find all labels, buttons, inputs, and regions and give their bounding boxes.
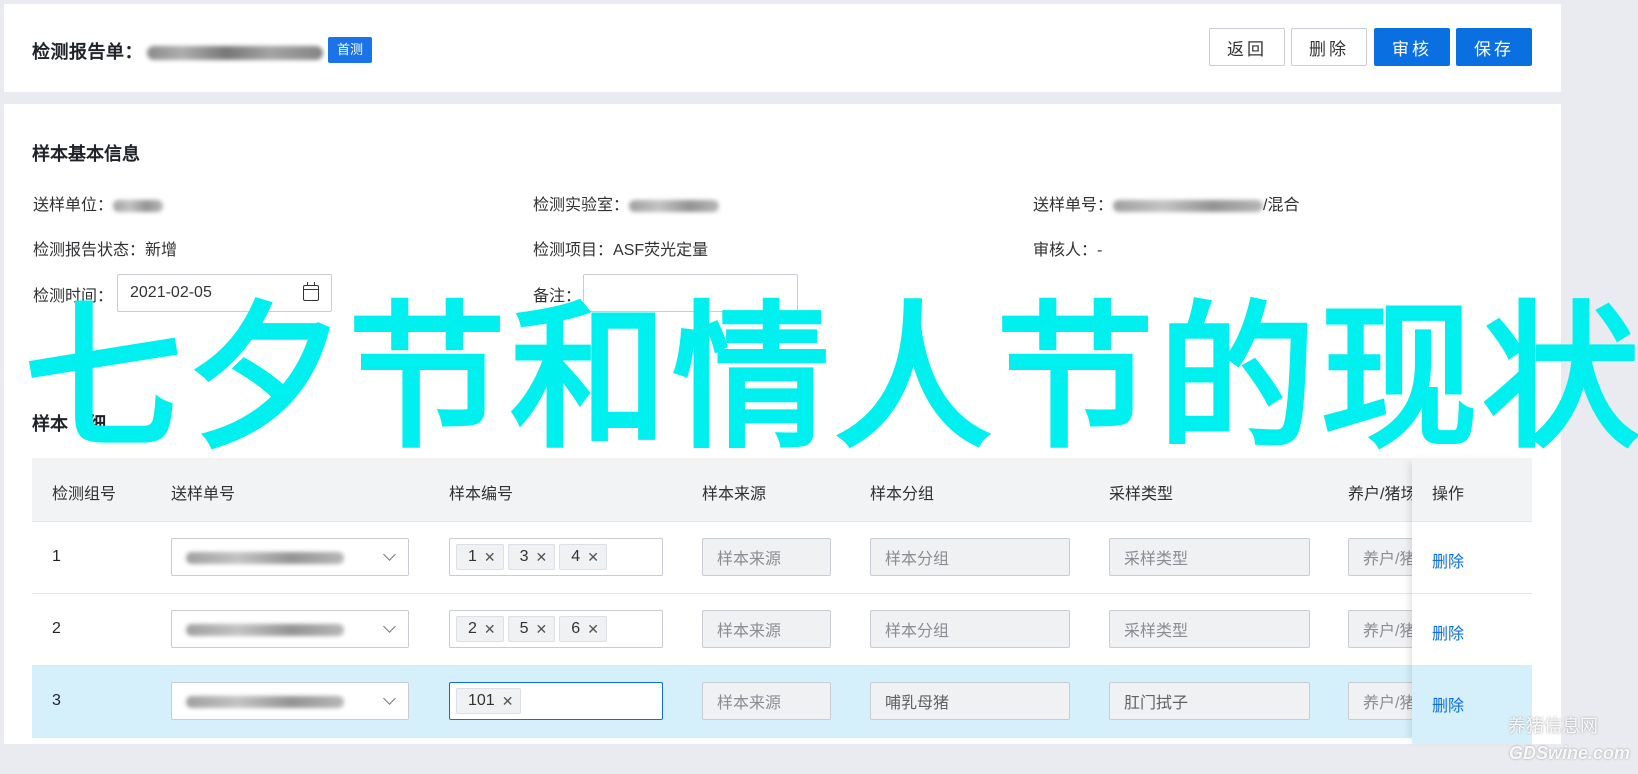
- sampling-type-input[interactable]: 采样类型: [1109, 610, 1310, 648]
- sample-no-suffix: /混合: [1263, 197, 1300, 214]
- operation-column: 操作 删除 删除 删除: [1412, 458, 1532, 744]
- lab-field: 检测实验室：: [533, 191, 720, 215]
- tag-label: 5: [519, 620, 529, 637]
- delete-row-link[interactable]: 删除: [1432, 620, 1464, 644]
- col-group: 检测组号: [52, 486, 117, 503]
- tag-label: 3: [519, 548, 529, 565]
- col-sample-code: 样本编号: [449, 486, 514, 503]
- sample-tag: 6 ✕: [559, 616, 607, 642]
- sampling-type-input[interactable]: 肛门拭子: [1109, 682, 1310, 720]
- sample-detail-table: 检测组号 送样单号 样本编号 样本来源 样本分组 采样类型 养户/猪场 1 1 ✕…: [32, 458, 1532, 744]
- sample-no-redacted: [1113, 199, 1264, 212]
- operation-cell: [1412, 594, 1532, 666]
- sender-unit-redacted: [113, 199, 164, 212]
- sample-no-select[interactable]: [171, 610, 409, 648]
- report-status-label: 检测报告状态：: [33, 242, 146, 259]
- source-input[interactable]: 样本来源: [702, 682, 831, 720]
- chevron-down-icon: [383, 692, 396, 705]
- col-farm: 养户/猪场: [1348, 486, 1417, 503]
- close-icon[interactable]: ✕: [536, 549, 548, 566]
- sample-tag: 4 ✕: [559, 544, 607, 570]
- sample-tag: 101 ✕: [456, 688, 522, 714]
- col-group-name: 样本分组: [870, 486, 935, 503]
- sample-no-select[interactable]: [171, 538, 409, 576]
- project-label: 检测项目：: [533, 242, 614, 259]
- report-status-value: 新增: [145, 242, 178, 259]
- reviewer-label: 审核人：: [1033, 242, 1098, 259]
- overlay-headline: 七夕节和情人节的现状: [24, 287, 1638, 471]
- delete-row-link[interactable]: 删除: [1432, 548, 1464, 572]
- sender-unit-field: 送样单位：: [33, 191, 164, 215]
- farm-input[interactable]: 养户/猪: [1348, 682, 1418, 720]
- basic-info-title: 样本基本信息: [32, 144, 140, 164]
- sample-tag: 1 ✕: [456, 544, 504, 570]
- close-icon[interactable]: ✕: [484, 549, 496, 566]
- sender-unit-label: 送样单位：: [33, 197, 114, 214]
- watermark-logo: GDSwine.com: [1508, 743, 1630, 763]
- tag-label: 101: [468, 692, 495, 709]
- back-button[interactable]: 返回: [1209, 28, 1285, 66]
- chevron-down-icon: [383, 620, 396, 633]
- close-icon[interactable]: ✕: [502, 693, 514, 710]
- sample-no-field: 送样单号： /混合: [1033, 191, 1299, 215]
- col-sample-no: 送样单号: [171, 486, 236, 503]
- close-icon[interactable]: ✕: [587, 621, 599, 638]
- reviewer-field: 审核人：-: [1033, 236, 1102, 260]
- farm-input[interactable]: 养户/猪: [1348, 610, 1418, 648]
- table-row: 1 1 ✕ 3 ✕ 4 ✕ 样本来源 样本分组 采样类型 养户/猪: [32, 522, 1532, 594]
- project-value: ASF荧光定量: [613, 242, 709, 259]
- lab-redacted: [629, 199, 720, 212]
- delete-row-link[interactable]: 删除: [1432, 692, 1464, 716]
- page-title: 检测报告单：: [32, 38, 323, 64]
- tag-label: 6: [571, 620, 581, 637]
- operation-cell: [1412, 522, 1532, 594]
- project-field: 检测项目：ASF荧光定量: [533, 236, 708, 260]
- close-icon[interactable]: ✕: [536, 621, 548, 638]
- sample-no-redacted: [186, 552, 344, 564]
- sample-tag: 5 ✕: [507, 616, 556, 642]
- tag-label: 4: [571, 548, 581, 565]
- header-bar: 检测报告单： 首测 返回 删除 审核 保存: [4, 4, 1561, 92]
- first-test-badge: 首测: [328, 37, 373, 63]
- sample-no-redacted: [186, 696, 344, 708]
- farm-input[interactable]: 养户/猪: [1348, 538, 1418, 576]
- group-number: 2: [52, 620, 61, 637]
- group-input[interactable]: 哺乳母猪: [870, 682, 1070, 720]
- source-input[interactable]: 样本来源: [702, 610, 831, 648]
- sample-code-tags[interactable]: 101 ✕: [449, 682, 663, 720]
- page-title-label: 检测报告单：: [32, 42, 143, 62]
- table-row-selected: 3 101 ✕ 样本来源 哺乳母猪 肛门拭子 养户/猪: [32, 666, 1532, 738]
- sampling-type-input[interactable]: 采样类型: [1109, 538, 1310, 576]
- group-number: 3: [52, 692, 61, 709]
- lab-label: 检测实验室：: [533, 197, 630, 214]
- watermark-cn: 养猪信息网: [1508, 716, 1598, 736]
- sample-no-label: 送样单号：: [1033, 197, 1114, 214]
- sample-code-tags[interactable]: 2 ✕ 5 ✕ 6 ✕: [449, 610, 663, 648]
- group-input[interactable]: 样本分组: [870, 610, 1070, 648]
- tag-label: 2: [468, 620, 477, 637]
- sample-no-select[interactable]: [171, 682, 409, 720]
- col-source: 样本来源: [702, 486, 767, 503]
- save-button[interactable]: 保存: [1456, 28, 1532, 66]
- reviewer-value: -: [1097, 242, 1103, 259]
- close-icon[interactable]: ✕: [587, 549, 599, 566]
- col-operation: 操作: [1432, 486, 1465, 503]
- sample-no-redacted: [186, 624, 344, 636]
- report-code-redacted: [147, 46, 323, 61]
- review-button[interactable]: 审核: [1374, 28, 1450, 66]
- delete-button[interactable]: 删除: [1291, 28, 1367, 66]
- report-status-field: 检测报告状态：新增: [33, 236, 177, 260]
- close-icon[interactable]: ✕: [484, 621, 496, 638]
- sample-tag: 2 ✕: [456, 616, 504, 642]
- group-number: 1: [52, 548, 61, 565]
- col-sampling-type: 采样类型: [1109, 486, 1174, 503]
- tag-label: 1: [468, 548, 477, 565]
- source-input[interactable]: 样本来源: [702, 538, 831, 576]
- chevron-down-icon: [383, 548, 396, 561]
- sample-code-tags[interactable]: 1 ✕ 3 ✕ 4 ✕: [449, 538, 663, 576]
- table-row: 2 2 ✕ 5 ✕ 6 ✕ 样本来源 样本分组 采样类型 养户/猪: [32, 594, 1532, 666]
- group-input[interactable]: 样本分组: [870, 538, 1070, 576]
- sample-tag: 3 ✕: [507, 544, 556, 570]
